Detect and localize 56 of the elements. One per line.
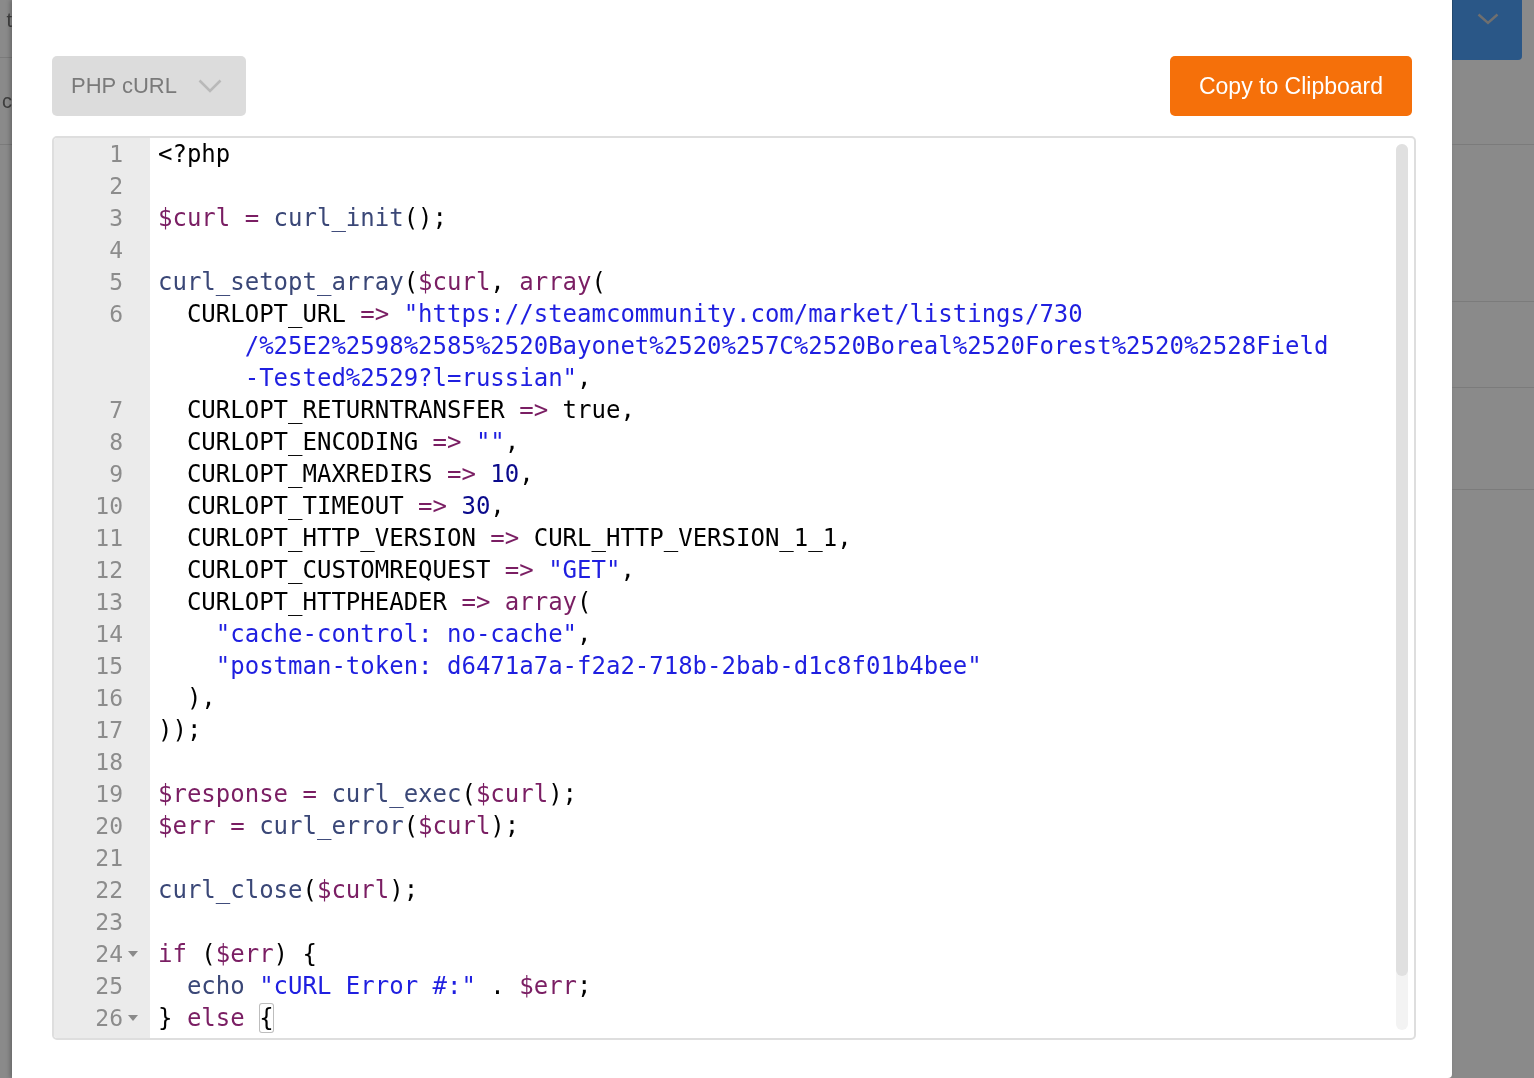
- line-number: 19: [95, 780, 123, 809]
- line-number: 12: [95, 556, 123, 585]
- chevron-down-icon: [197, 79, 222, 93]
- code-line: curl_close($curl);: [158, 875, 419, 906]
- copy-to-clipboard-button[interactable]: Copy to Clipboard: [1170, 56, 1412, 116]
- line-number: 24: [95, 940, 123, 969]
- code-line: $err = curl_error($curl);: [158, 811, 520, 842]
- line-number: 7: [109, 396, 123, 425]
- cut-off-text: c: [2, 89, 12, 113]
- line-number: 1: [109, 140, 123, 169]
- line-number: 6: [109, 300, 123, 329]
- line-number: 17: [95, 716, 123, 745]
- line-number: 25: [95, 972, 123, 1001]
- code-line: <?php: [158, 139, 231, 170]
- code-line: curl_setopt_array($curl, array(: [158, 267, 606, 298]
- code-line: echo "cURL Error #:" . $err;: [186, 971, 592, 1002]
- code-line: "cache-control: no-cache",: [215, 619, 592, 650]
- line-number: 26: [95, 1004, 123, 1033]
- code-line: CURLOPT_HTTP_VERSION => CURL_HTTP_VERSION_1_1,: [186, 523, 852, 554]
- code-line: $response = curl_exec($curl);: [158, 779, 578, 810]
- code-line: "postman-token: d6471a7a-f2a2-718b-2bab-d1c8f01b4bee": [215, 651, 982, 682]
- code-line: CURLOPT_MAXREDIRS => 10,: [186, 459, 534, 490]
- code-line: CURLOPT_TIMEOUT => 30,: [186, 491, 505, 522]
- code-line: CURLOPT_HTTPHEADER => array(: [186, 587, 592, 618]
- line-number: 13: [95, 588, 123, 617]
- line-number: 16: [95, 684, 123, 713]
- code-line: CURLOPT_RETURNTRANSFER => true,: [186, 395, 635, 426]
- code-line: ));: [158, 715, 202, 746]
- code-line: } else {: [158, 1002, 274, 1034]
- line-number: 10: [95, 492, 123, 521]
- fold-caret-icon[interactable]: [128, 951, 138, 957]
- code-line: $curl = curl_init();: [158, 203, 447, 234]
- line-number: 11: [95, 524, 123, 553]
- line-number: 8: [109, 428, 123, 457]
- line-number: 18: [95, 748, 123, 777]
- line-number: 2: [109, 172, 123, 201]
- line-number: 20: [95, 812, 123, 841]
- cut-off-text: t: [6, 8, 12, 32]
- line-number: 14: [95, 620, 123, 649]
- line-number: 3: [109, 204, 123, 233]
- fold-caret-icon[interactable]: [128, 1015, 138, 1021]
- code-line: CURLOPT_ENCODING => "",: [186, 427, 520, 458]
- line-number: 5: [109, 268, 123, 297]
- code-editor[interactable]: [52, 136, 1416, 1040]
- code-line: ),: [186, 683, 216, 714]
- line-number: 21: [95, 844, 123, 873]
- line-number: 4: [109, 236, 123, 265]
- language-dropdown[interactable]: PHP cURL: [52, 56, 246, 116]
- menu-toggle-button[interactable]: [1452, 0, 1522, 60]
- line-number: 23: [95, 908, 123, 937]
- line-number: 15: [95, 652, 123, 681]
- code-line: CURLOPT_CUSTOMREQUEST => "GET",: [186, 555, 635, 586]
- line-number: 9: [109, 460, 123, 489]
- code-line: if ($err) {: [158, 939, 317, 970]
- chevron-down-icon: [1476, 13, 1499, 25]
- line-number: 22: [95, 876, 123, 905]
